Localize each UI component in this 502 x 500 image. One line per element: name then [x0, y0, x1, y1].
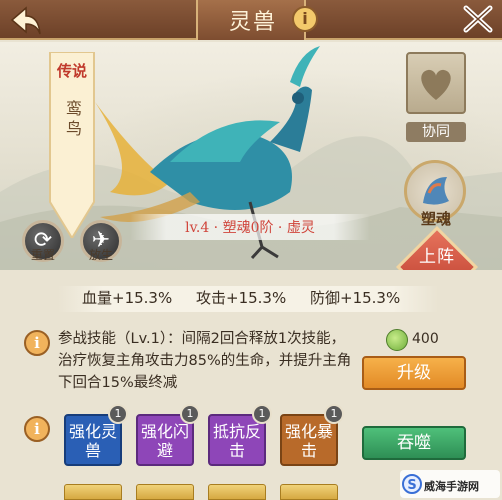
next-card-strip	[136, 484, 194, 500]
enhance-card-label: 抵抗反击	[212, 422, 261, 460]
coop-label: 协同	[406, 122, 466, 142]
skill-description: 参战技能（Lv.1）：间隔2回合释放1次技能，治疗恢复主角攻击力85%的生命，并…	[58, 331, 352, 391]
stat-hp: 血量+15.3%	[82, 289, 173, 307]
enhance-badge: 1	[180, 404, 200, 424]
back-arrow-icon[interactable]	[6, 4, 42, 36]
beast-display-scene: 传说 鸾鸟 ⟳ 重置 ✈ 放生 lv.4 · 塑魂0阶 · 虚灵 协同 塑魂 上…	[0, 42, 502, 270]
enhance-card-label: 强化灵兽	[68, 422, 117, 460]
coop-heart-icon	[421, 69, 451, 100]
enhance-badge: 1	[324, 404, 344, 424]
release-label: 放生	[88, 248, 113, 262]
stat-defense: 防御+15.3%	[310, 289, 401, 307]
next-card-strip	[280, 484, 338, 500]
rarity-label: 传说	[56, 62, 87, 80]
skill-info-icon[interactable]: i	[24, 330, 50, 356]
next-card-strip	[208, 484, 266, 500]
enhance-card-label: 强化暴击	[284, 422, 333, 460]
svg-text:S: S	[407, 478, 416, 493]
deploy-label: 上阵	[419, 247, 455, 267]
stat-attack: 攻击+15.3%	[196, 289, 287, 307]
enhance-badge: 1	[108, 404, 128, 424]
beast-name: 鸾鸟	[63, 100, 82, 140]
devour-button[interactable]: 吞噬	[362, 426, 466, 460]
green-fruit-icon	[386, 329, 408, 351]
coop-button[interactable]	[406, 52, 466, 114]
top-bar: 灵兽 i	[0, 0, 502, 40]
next-card-strip	[64, 484, 122, 500]
info-button[interactable]: i	[292, 6, 318, 32]
title-plate: 灵兽	[196, 0, 306, 40]
upgrade-cost: 400	[412, 331, 439, 347]
reset-label: 重置	[30, 248, 55, 262]
upgrade-button[interactable]: 升级	[362, 356, 466, 390]
enhance-badge: 1	[252, 404, 272, 424]
close-x-icon[interactable]	[460, 2, 496, 36]
level-status-text: lv.4 · 塑魂0阶 · 虚灵	[185, 220, 315, 236]
enhance-card-label: 强化闪避	[140, 422, 189, 460]
watermark-text: 威海手游网	[424, 480, 479, 493]
enhance-info-icon[interactable]: i	[24, 416, 50, 442]
